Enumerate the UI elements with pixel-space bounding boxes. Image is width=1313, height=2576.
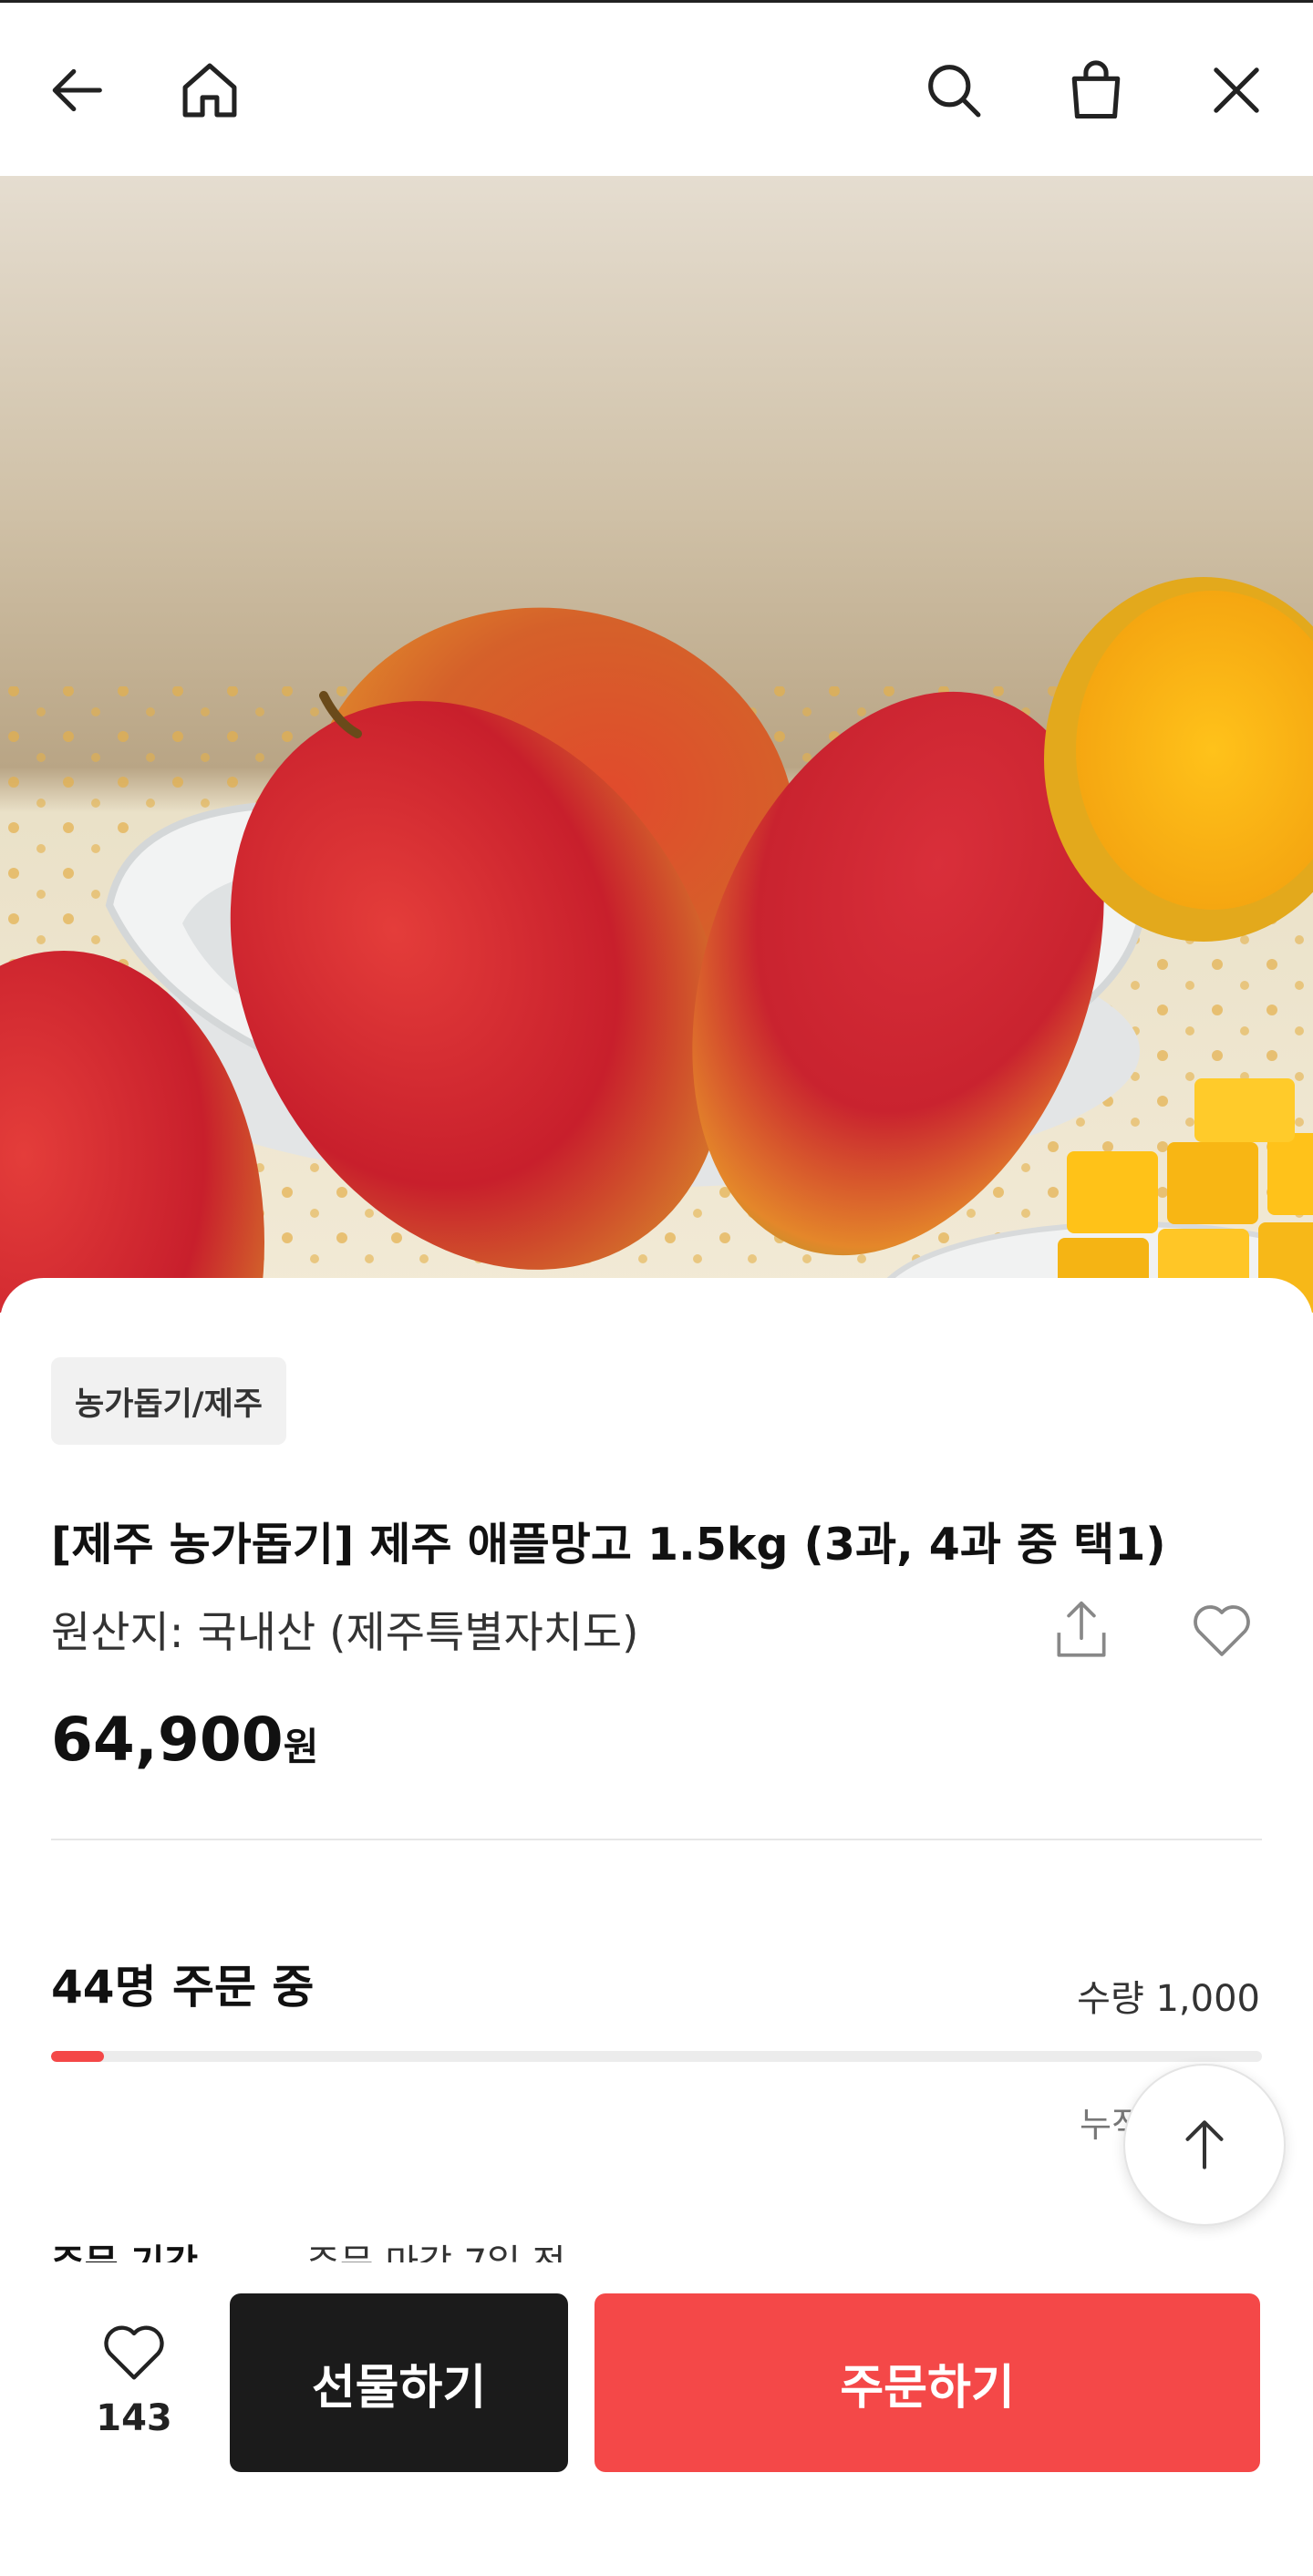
product-price: 64,900원 [51, 1705, 318, 1775]
price-currency: 원 [283, 1725, 319, 1769]
like-count: 143 [96, 2397, 172, 2439]
gift-button[interactable]: 선물하기 [230, 2293, 568, 2472]
product-image [0, 176, 1313, 1313]
order-progress-bar [51, 2051, 1262, 2062]
arrow-up-icon [1185, 2120, 1224, 2169]
close-icon [1214, 67, 1259, 113]
heart-icon [104, 2325, 164, 2380]
back-arrow-icon [52, 68, 102, 112]
quantity-limit: 수량 1,000 [1077, 1978, 1260, 2020]
favorite-button[interactable] [1180, 1586, 1264, 1674]
order-count: 44명 주문 중 [51, 1961, 315, 2014]
cart-button[interactable] [1052, 46, 1140, 134]
scroll-to-top-button[interactable] [1123, 2064, 1286, 2226]
order-button[interactable]: 주문하기 [594, 2293, 1260, 2472]
wishlist-button[interactable]: 143 [86, 2315, 182, 2439]
close-button[interactable] [1193, 46, 1280, 134]
category-tag[interactable]: 농가돕기/제주 [51, 1357, 286, 1445]
product-title: [제주 농가돕기] 제주 애플망고 1.5kg (3과, 4과 중 택1) [51, 1519, 1166, 1571]
share-icon [1057, 1601, 1106, 1657]
search-icon [928, 65, 981, 118]
shopping-bag-icon [1071, 60, 1121, 119]
price-amount: 64,900 [51, 1705, 284, 1775]
back-button[interactable] [33, 46, 120, 134]
section-divider [51, 1839, 1262, 1840]
home-icon [182, 63, 237, 118]
top-navigation-bar [0, 3, 1313, 176]
mango-photo-illustration [0, 577, 1313, 1313]
home-button[interactable] [166, 46, 253, 134]
search-button[interactable] [910, 46, 998, 134]
share-button[interactable] [1039, 1586, 1123, 1674]
order-progress-fill [51, 2051, 105, 2062]
heart-icon [1194, 1605, 1250, 1656]
product-origin: 원산지: 국내산 (제주특별자치도) [51, 1608, 639, 1658]
